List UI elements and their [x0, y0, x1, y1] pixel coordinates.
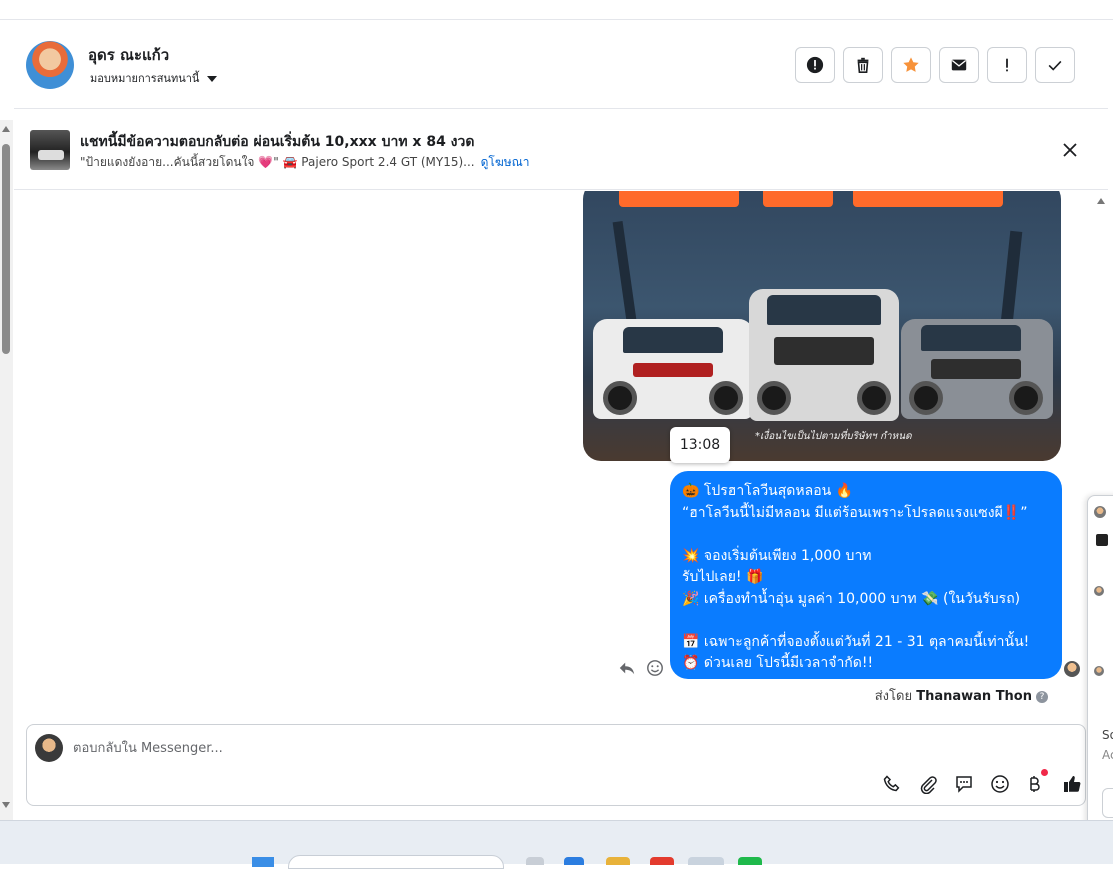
- sent-by-label: ส่งโดย Thanawan Thon?: [875, 685, 1048, 706]
- chat-scroll-up-arrow-icon[interactable]: [1097, 198, 1105, 204]
- message-line-spacer: [682, 610, 1050, 632]
- top-strip: [0, 0, 1113, 20]
- chat-bubble-icon: [956, 776, 972, 793]
- banner-lettering-image: [619, 191, 1003, 207]
- message-line: 💥 จองเริ่มต้นเพียง 1,000 บาท: [682, 547, 872, 564]
- paperclip-icon: [920, 776, 937, 794]
- alert-circle-icon: [806, 56, 824, 74]
- message-line: “ฮาโลวีนนี้ไม่มีหลอน มีแต่ร้อนเพราะโปรลด…: [682, 504, 1028, 521]
- side-popover[interactable]: So Ac: [1087, 495, 1113, 830]
- sent-by-prefix: ส่งโดย: [874, 689, 913, 704]
- message-line: 📅 เฉพาะลูกค้าที่จองตั้งแต่วันที่ 21 - 31…: [682, 633, 1030, 650]
- assign-label: มอบหมายการสนทนานี้: [90, 72, 200, 85]
- emoji-button[interactable]: [989, 773, 1011, 795]
- user-avatar: [35, 734, 63, 762]
- promo-image-attachment[interactable]: *เงื่อนไขเป็นไปตามที่บริษัทฯ กำหนด: [583, 191, 1061, 461]
- ad-subtitle-text: "ป้ายแดงยังอาย...คันนี้สวยโดนใจ 💗" 🚘 Paj…: [80, 155, 475, 169]
- truck-center: [749, 289, 899, 421]
- popover-text: Ac: [1102, 748, 1113, 762]
- notification-dot: [1041, 769, 1048, 776]
- message-line: ⏰ ด่วนเลย โปรนี้มีเวลาจำกัด!!: [682, 655, 874, 671]
- scroll-thumb[interactable]: [2, 144, 10, 354]
- call-button[interactable]: [881, 773, 903, 795]
- like-button[interactable]: [1061, 773, 1083, 795]
- assign-conversation-dropdown[interactable]: มอบหมายการสนทนานี้: [90, 69, 218, 87]
- chevron-down-icon: [207, 76, 218, 82]
- mark-spam-button[interactable]: [795, 47, 835, 83]
- react-emoji-icon[interactable]: [646, 659, 664, 677]
- attach-button[interactable]: [917, 773, 939, 795]
- star-icon: [903, 57, 919, 72]
- scroll-down-arrow-icon[interactable]: [2, 802, 10, 808]
- reply-input[interactable]: [73, 737, 773, 759]
- thumbs-up-icon: [1064, 776, 1081, 792]
- emoji-icon: [991, 775, 1009, 793]
- ad-subtitle: "ป้ายแดงยังอาย...คันนี้สวยโดนใจ 💗" 🚘 Paj…: [80, 153, 530, 172]
- contact-name[interactable]: อุดร ณะแก้ว: [88, 43, 169, 67]
- taskbar-search[interactable]: [288, 855, 504, 869]
- message-line-spacer: [682, 524, 1050, 546]
- delete-button[interactable]: [843, 47, 883, 83]
- exclamation-icon: [1006, 58, 1008, 72]
- baht-icon: [1030, 776, 1040, 792]
- saved-replies-button[interactable]: [953, 773, 975, 795]
- message-timestamp: 13:08: [670, 427, 730, 463]
- help-icon[interactable]: ?: [1036, 690, 1048, 703]
- close-ad-bar-button[interactable]: [1060, 140, 1080, 160]
- popover-button[interactable]: [1102, 788, 1113, 818]
- truck-right: [901, 319, 1053, 419]
- message-line: 🎉 เครื่องทำน้ำอุ่น มูลค่า 10,000 บาท 💸 (…: [682, 590, 1021, 607]
- promo-image-banner: [613, 191, 1033, 211]
- popover-thumbnail: [1096, 534, 1108, 546]
- conversation-header: อุดร ณะแก้ว มอบหมายการสนทนานี้: [14, 21, 1108, 109]
- message-line: รับไปเลย! 🎁: [682, 569, 764, 585]
- popover-avatar: [1094, 506, 1106, 518]
- popover-avatar: [1094, 586, 1104, 596]
- star-button[interactable]: [891, 47, 931, 83]
- truck-left: [593, 319, 753, 419]
- seen-avatar: [1064, 661, 1080, 677]
- message-thread: *เงื่อนไขเป็นไปตามที่บริษัทฯ กำหนด 13:08…: [14, 191, 1094, 721]
- ad-title: แชทนี้มีข้อความตอบกลับต่อ ผ่อนเริ่มต้น 1…: [80, 134, 475, 150]
- contact-avatar[interactable]: [26, 41, 74, 89]
- mark-unread-button[interactable]: [939, 47, 979, 83]
- envelope-icon: [951, 59, 967, 71]
- payment-button[interactable]: [1023, 773, 1045, 795]
- popover-avatar: [1094, 666, 1104, 676]
- popover-text: So: [1102, 728, 1113, 742]
- trash-icon: [857, 57, 869, 74]
- os-taskbar: [0, 820, 1113, 869]
- follow-up-button[interactable]: [987, 47, 1027, 83]
- promo-image-note: *เงื่อนไขเป็นไปตามที่บริษัทฯ กำหนด: [755, 431, 912, 442]
- mark-done-button[interactable]: [1035, 47, 1075, 83]
- message-actions: [618, 657, 664, 678]
- message-bubble[interactable]: 🎃 โปรฮาโลวีนสุดหลอน 🔥 “ฮาโลวีนนี้ไม่มีหล…: [670, 471, 1062, 679]
- reply-icon[interactable]: [618, 659, 636, 677]
- scroll-up-arrow-icon[interactable]: [2, 126, 10, 132]
- view-ad-link[interactable]: ดูโฆษณา: [481, 155, 530, 169]
- start-icon[interactable]: [252, 857, 274, 867]
- ad-context-bar: แชทนี้มีข้อความตอบกลับต่อ ผ่อนเริ่มต้น 1…: [14, 110, 1108, 190]
- message-line: 🎃 โปรฮาโลวีนสุดหลอน 🔥: [682, 483, 854, 499]
- ad-thumbnail[interactable]: [30, 130, 70, 170]
- page-scrollbar[interactable]: [0, 120, 13, 820]
- phone-icon: [883, 775, 900, 792]
- close-icon: [1063, 143, 1077, 157]
- check-icon: [1048, 60, 1062, 71]
- sent-by-name[interactable]: Thanawan Thon: [916, 689, 1032, 704]
- reply-composer: [26, 724, 1086, 806]
